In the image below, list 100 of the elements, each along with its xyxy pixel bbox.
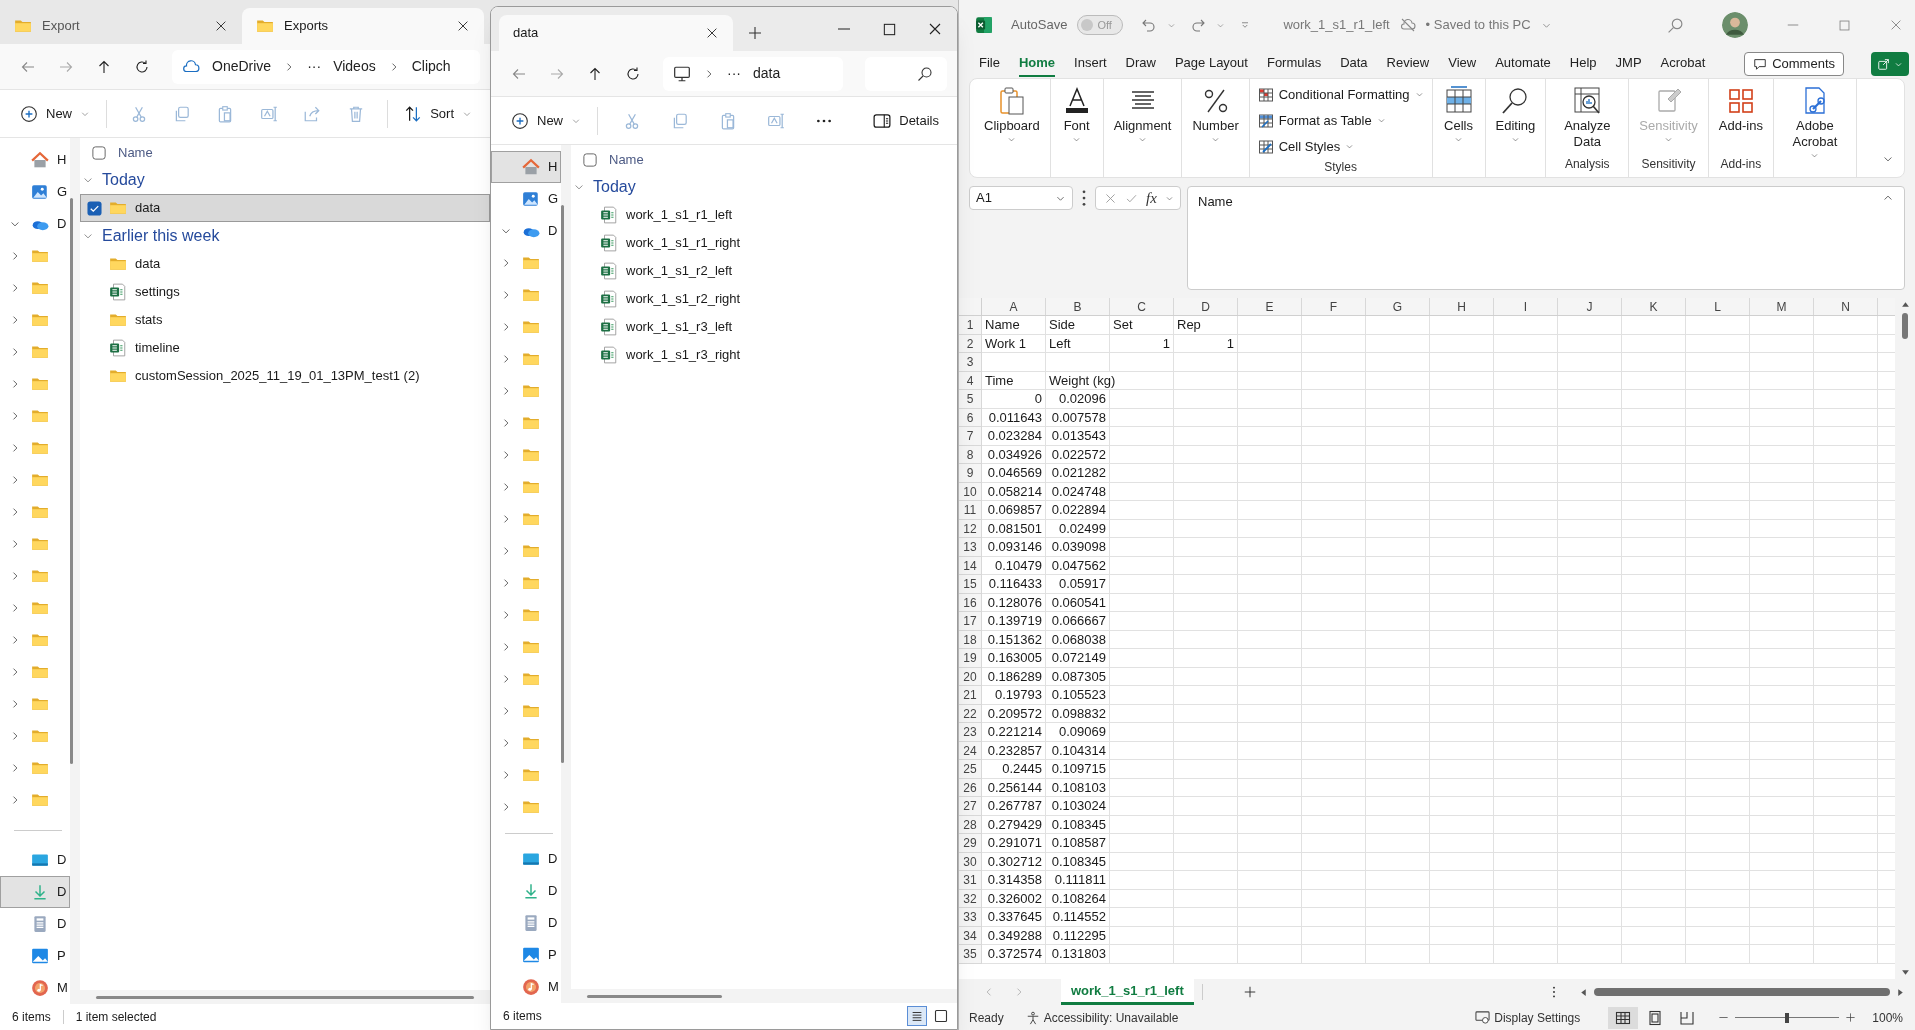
breadcrumb[interactable]: Videos — [333, 56, 376, 77]
file-row[interactable]: timeline — [80, 334, 490, 362]
horizontal-scrollbar[interactable] — [96, 995, 474, 999]
tab[interactable]: Export — [0, 8, 242, 44]
breadcrumb[interactable]: OneDrive — [212, 56, 272, 77]
row-header[interactable]: 35 — [959, 945, 982, 964]
nav-item[interactable]: D — [491, 215, 561, 247]
vertical-scrollbar[interactable] — [561, 205, 564, 763]
column-header[interactable]: I — [1494, 298, 1558, 315]
address-bar[interactable]: OneDrive ··· Videos Clipch — [172, 49, 480, 84]
breadcrumb[interactable]: Clipch — [411, 56, 451, 77]
tab[interactable]: Exports — [242, 8, 484, 44]
nav-item[interactable]: D — [0, 908, 70, 940]
up-icon[interactable] — [96, 58, 112, 75]
column-header[interactable]: C — [1110, 298, 1174, 315]
column-header[interactable]: L — [1686, 298, 1750, 315]
file-row[interactable]: work_1_s1_r1_right — [571, 229, 957, 257]
group-header[interactable]: Earlier this week — [80, 222, 490, 250]
add-sheet-icon[interactable] — [1242, 985, 1257, 999]
column-header[interactable]: K — [1622, 298, 1686, 315]
nav-item[interactable]: D — [0, 844, 70, 876]
nav-item[interactable]: M — [491, 971, 561, 1003]
ribbon-button[interactable]: Clipboard — [978, 83, 1046, 144]
menu-tab[interactable]: Formulas — [1266, 51, 1322, 77]
scroll-left-icon[interactable] — [1578, 987, 1588, 997]
address-bar[interactable]: ··· data — [663, 56, 843, 91]
ribbon-button[interactable]: Editing — [1489, 83, 1542, 144]
file-name[interactable]: work_1_s1_r2_right — [626, 289, 741, 309]
row-header[interactable]: 13 — [959, 538, 982, 557]
file-row[interactable]: data — [80, 250, 490, 278]
row-header[interactable]: 25 — [959, 760, 982, 779]
file-row[interactable]: data — [80, 194, 490, 222]
slider-thumb[interactable] — [1785, 1012, 1790, 1023]
breadcrumb[interactable]: data — [753, 63, 781, 84]
file-name[interactable]: work_1_s1_r1_left — [626, 205, 733, 225]
nav-item[interactable]: P — [491, 939, 561, 971]
column-header[interactable]: F — [1302, 298, 1366, 315]
close-icon[interactable] — [214, 19, 228, 33]
avatar-icon[interactable] — [1722, 12, 1748, 38]
vertical-scrollbar[interactable] — [70, 198, 73, 764]
group-header[interactable]: Today — [571, 173, 957, 201]
menu-tab[interactable]: View — [1448, 51, 1477, 77]
file-name[interactable]: work_1_s1_r3_right — [626, 345, 741, 365]
menu-tab[interactable]: File — [979, 51, 1000, 77]
cancel-icon[interactable] — [1104, 191, 1117, 205]
close-icon[interactable] — [927, 21, 943, 37]
row-header[interactable]: 31 — [959, 871, 982, 890]
nav-item[interactable]: D — [0, 876, 70, 908]
row-header[interactable]: 3 — [959, 353, 982, 372]
menu-tab[interactable]: Data — [1340, 51, 1368, 77]
checkbox-icon[interactable] — [86, 200, 102, 216]
row-header[interactable]: 11 — [959, 501, 982, 520]
new-button[interactable]: New — [14, 97, 96, 130]
refresh-icon[interactable] — [625, 65, 641, 82]
name-box[interactable]: A1 — [969, 186, 1073, 210]
insert-function-button[interactable]: fx — [1146, 186, 1157, 210]
nav-item[interactable]: M — [0, 972, 70, 1004]
file-row[interactable]: work_1_s1_r3_left — [571, 313, 957, 341]
ribbon-button[interactable]: Alignment — [1107, 83, 1178, 144]
maximize-icon[interactable] — [882, 21, 897, 37]
nav-item[interactable]: H — [491, 151, 561, 183]
file-row[interactable]: customSession_2025_11_19_01_13PM_test1 (2) — [80, 362, 490, 390]
nav-item[interactable]: D — [0, 208, 70, 240]
file-row[interactable]: work_1_s1_r1_left — [571, 201, 957, 229]
checkbox-icon[interactable] — [583, 153, 597, 167]
row-header[interactable]: 7 — [959, 427, 982, 446]
file-row[interactable]: work_1_s1_r2_right — [571, 285, 957, 313]
column-header[interactable]: G — [1366, 298, 1430, 315]
list-view-icon[interactable] — [907, 1006, 927, 1026]
scroll-down-icon[interactable] — [1900, 968, 1910, 977]
search-icon[interactable] — [1667, 16, 1684, 34]
undo-icon[interactable] — [1141, 17, 1158, 33]
share-button[interactable] — [1871, 52, 1909, 76]
row-header[interactable]: 17 — [959, 612, 982, 631]
file-name[interactable]: work_1_s1_r2_left — [626, 261, 733, 281]
nav-item[interactable]: D — [491, 843, 561, 875]
normal-view-icon[interactable] — [1608, 1006, 1639, 1029]
sheet-tab[interactable]: work_1_s1_r1_left — [1061, 979, 1194, 1005]
file-name[interactable]: settings — [135, 282, 180, 302]
file-name[interactable]: work_1_s1_r1_right — [626, 233, 741, 253]
nav-item[interactable]: P — [0, 940, 70, 972]
file-row[interactable]: work_1_s1_r3_right — [571, 341, 957, 369]
scroll-right-icon[interactable] — [1896, 987, 1905, 997]
file-name[interactable]: work_1_s1_r3_left — [626, 317, 733, 337]
ribbon-button[interactable]: Add-ins — [1712, 83, 1769, 134]
display-settings-button[interactable]: Display Settings — [1475, 1008, 1581, 1027]
row-header[interactable]: 21 — [959, 686, 982, 705]
column-header[interactable]: Name — [118, 143, 153, 163]
up-icon[interactable] — [587, 65, 603, 82]
file-name[interactable]: timeline — [135, 338, 180, 358]
row-header[interactable]: 1 — [959, 316, 982, 335]
column-header[interactable]: H — [1430, 298, 1494, 315]
menu-tab[interactable]: Insert — [1074, 51, 1107, 77]
ribbon-button[interactable]: Number — [1186, 83, 1245, 144]
zoom-level[interactable]: 100% — [1872, 1008, 1903, 1027]
file-name[interactable]: stats — [135, 310, 163, 330]
redo-icon[interactable] — [1190, 17, 1207, 33]
ribbon-command[interactable]: Conditional Formatting — [1253, 83, 1428, 106]
details-button[interactable]: Details — [867, 104, 945, 137]
formula-bar[interactable]: Name — [1187, 186, 1905, 290]
